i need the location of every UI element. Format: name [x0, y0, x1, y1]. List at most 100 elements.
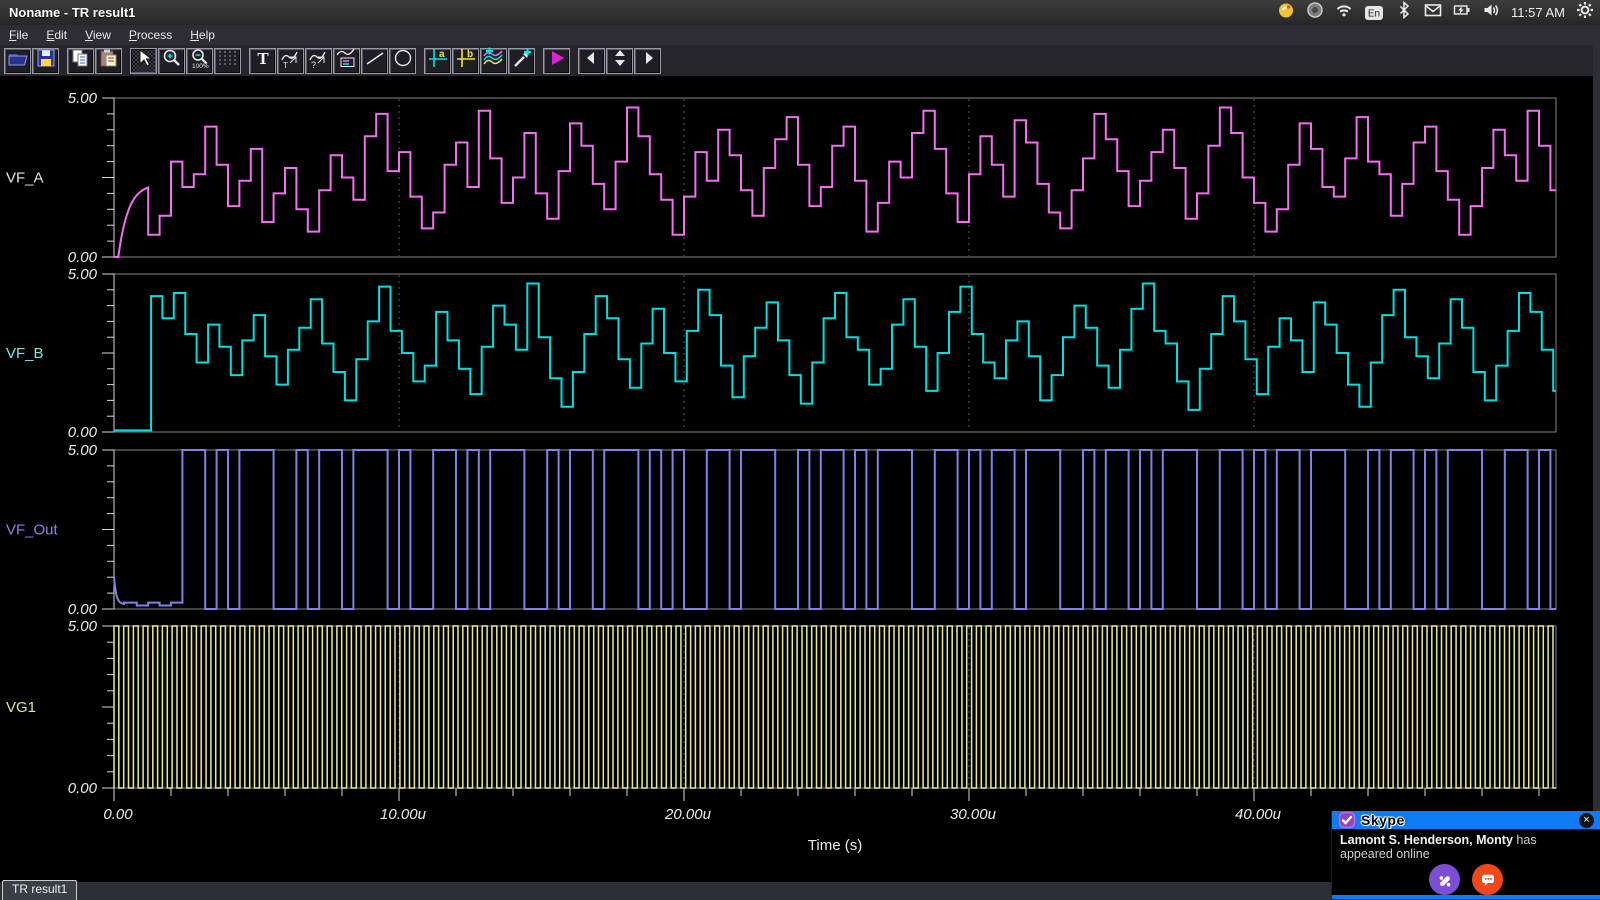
x-tick-label: 0.00	[103, 806, 133, 823]
toolbar-copy-button[interactable]	[67, 48, 94, 74]
skype-notification: Skype × Lamont S. Henderson, Monty has a…	[1331, 811, 1600, 899]
panel-VF_Out: 5.000.00VF_Out	[6, 442, 1556, 618]
y-min-label: 0.00	[68, 249, 98, 266]
toolbar-save-button[interactable]	[32, 48, 59, 74]
svg-text:T: T	[257, 49, 269, 68]
trace-VF_B	[114, 284, 1556, 431]
toolbar-nav-spin-button[interactable]	[606, 48, 633, 74]
menu-item-process[interactable]: Process	[120, 25, 181, 45]
trace-VG1	[114, 626, 1556, 788]
skype-logo: Skype	[1361, 812, 1405, 828]
menu-item-help[interactable]: Help	[181, 25, 224, 45]
toolbar-line-button[interactable]	[361, 48, 388, 74]
clock-text: 11:57 AM	[1511, 5, 1565, 20]
signal-label-VF_B: VF_B	[6, 345, 44, 362]
wifi-icon	[1335, 1, 1353, 24]
volume-menu-indicator[interactable]	[1306, 0, 1324, 25]
chat-bubble-icon	[1479, 871, 1497, 889]
toolbar-ellipse-button[interactable]	[389, 48, 416, 74]
messenger-indicator[interactable]	[1277, 0, 1295, 25]
sound-indicator[interactable]	[1482, 0, 1500, 25]
x-axis-title: Time (s)	[808, 837, 862, 854]
trace-VF_Out	[114, 450, 1556, 609]
x-tick-label: 40.00u	[1235, 806, 1282, 823]
svg-text:?: ?	[311, 60, 316, 69]
toolbar-text-button[interactable]: T	[249, 48, 276, 74]
chat-button[interactable]	[1472, 864, 1503, 895]
x-tick-label: 10.00u	[380, 806, 427, 823]
toolbar-run-button[interactable]	[543, 48, 570, 74]
window-title: Noname - TR result1	[0, 5, 135, 20]
battery-indicator[interactable]	[1453, 0, 1471, 25]
nav-right-icon	[636, 47, 660, 74]
zoom-out-icon: 100%	[188, 47, 212, 74]
keyboard-layout-indicator[interactable]: En	[1364, 0, 1384, 25]
toolbar-zoom-in-button[interactable]	[158, 48, 185, 74]
menu-item-file[interactable]: File	[0, 25, 37, 45]
phone-icon	[1436, 871, 1454, 889]
skype-notification-body: Lamont S. Henderson, Monty has appeared …	[1332, 829, 1600, 895]
result-tab[interactable]: TR result1	[2, 880, 77, 900]
text-icon: T	[251, 47, 275, 74]
messenger-icon	[1277, 1, 1295, 24]
mail-indicator[interactable]	[1424, 0, 1442, 25]
chart-area: 5.000.00VF_A5.000.00VF_B5.000.00VF_Out5.…	[0, 76, 1600, 882]
x-axis: 0.0010.00u20.00u30.00u40.00uTime (s)	[103, 788, 1539, 854]
window-right-border	[1593, 25, 1600, 882]
svg-text:b: b	[467, 49, 473, 60]
grid-icon	[216, 47, 240, 74]
panel-VG1: 5.000.00VG1	[6, 618, 1556, 797]
close-icon[interactable]: ×	[1579, 813, 1594, 828]
call-button[interactable]	[1429, 864, 1460, 895]
toolbar-cursor-button[interactable]	[130, 48, 157, 74]
legend-icon	[335, 47, 359, 74]
zoom-in-icon	[160, 47, 184, 74]
power-indicator[interactable]	[1576, 0, 1594, 25]
keyboard-layout-icon: En	[1364, 4, 1384, 22]
toolbar-legend-button[interactable]	[333, 48, 360, 74]
sound-icon	[1482, 1, 1500, 24]
toolbar-axis-b-button[interactable]: b	[452, 48, 479, 74]
toolbar-open-button[interactable]	[4, 48, 31, 74]
toolbar-probe-button[interactable]	[508, 48, 535, 74]
toolbar-grid-button[interactable]	[214, 48, 241, 74]
toolbar-query-curve-button[interactable]: ?	[305, 48, 332, 74]
trace-VF_A	[114, 108, 1556, 258]
menu-bar: FileEditViewProcessHelp	[0, 25, 1600, 46]
waveform-plot: 5.000.00VF_A5.000.00VF_B5.000.00VF_Out5.…	[0, 76, 1600, 882]
toolbar-nav-left-button[interactable]	[578, 48, 605, 74]
axis-b-icon: b	[454, 47, 478, 74]
volume-menu-icon	[1306, 1, 1324, 24]
svg-text:a: a	[439, 49, 445, 60]
toolbar-nav-right-button[interactable]	[634, 48, 661, 74]
panel-VF_B: 5.000.00VF_B	[6, 266, 1556, 441]
signal-label-VG1: VG1	[6, 699, 36, 716]
signal-label-VF_A: VF_A	[6, 170, 44, 187]
wifi-indicator[interactable]	[1335, 0, 1353, 25]
battery-icon	[1453, 1, 1471, 24]
run-icon	[545, 47, 569, 74]
bluetooth-indicator[interactable]	[1395, 0, 1413, 25]
y-max-label: 5.00	[68, 266, 98, 283]
toolbar-axis-a-button[interactable]: a	[424, 48, 451, 74]
toolbar-annotate-curve-button[interactable]: T	[277, 48, 304, 74]
toolbar-paste-button[interactable]	[95, 48, 122, 74]
signal-label-VF_Out: VF_Out	[6, 522, 59, 539]
y-max-label: 5.00	[68, 442, 98, 459]
menu-item-edit[interactable]: Edit	[37, 25, 76, 45]
svg-text:T: T	[283, 61, 288, 69]
y-max-label: 5.00	[68, 618, 98, 635]
save-icon	[34, 47, 58, 74]
toolbar-zoom-out-button[interactable]: 100%	[186, 48, 213, 74]
toolbar-add-curves-button[interactable]	[480, 48, 507, 74]
line-icon	[363, 47, 387, 74]
clock-indicator[interactable]: 11:57 AM	[1511, 0, 1565, 25]
nav-left-icon	[580, 47, 604, 74]
cursor-icon	[132, 47, 156, 74]
panel-VF_A: 5.000.00VF_A	[6, 90, 1556, 266]
power-icon	[1576, 1, 1594, 24]
titlebar: Noname - TR result1 En 11:57 AM	[0, 0, 1600, 25]
menu-item-view[interactable]: View	[76, 25, 120, 45]
query-curve-icon: ?	[307, 47, 331, 74]
toolbar: 100% T T? a b	[0, 45, 1600, 76]
